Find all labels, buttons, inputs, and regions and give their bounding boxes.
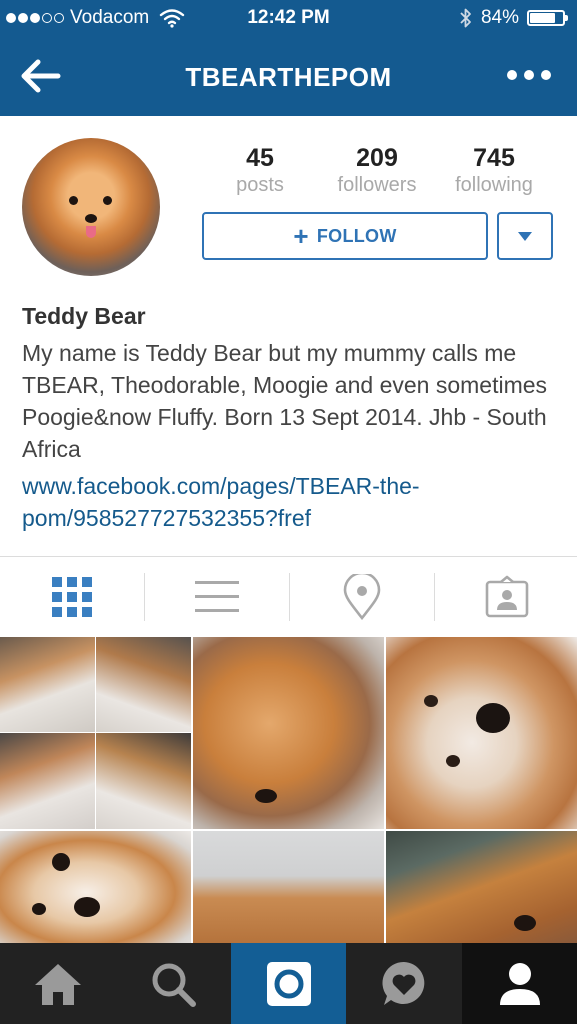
- photo-thumbnail[interactable]: [386, 831, 577, 943]
- followers-label: followers: [337, 174, 417, 196]
- location-pin-icon: [343, 574, 381, 620]
- follow-button[interactable]: + FOLLOW: [202, 212, 488, 260]
- tab-grid-view[interactable]: [0, 557, 144, 637]
- tab-activity[interactable]: [346, 943, 461, 1024]
- tab-tagged-view[interactable]: [435, 557, 577, 637]
- tab-places-view[interactable]: [290, 557, 434, 637]
- tab-list-view[interactable]: [145, 557, 289, 637]
- follow-label: FOLLOW: [316, 225, 397, 246]
- chevron-down-icon: [518, 231, 532, 241]
- profile-website-link[interactable]: www.facebook.com/pages/TBEAR-the-pom/958…: [22, 470, 567, 534]
- page-title: TBEARTHEPOM: [185, 62, 392, 92]
- grid-icon: [52, 577, 92, 617]
- followers-count: 209: [356, 144, 398, 172]
- status-bar: Vodacom 12:42 PM 84%: [0, 0, 577, 36]
- posts-stat[interactable]: 45 posts: [205, 144, 315, 197]
- suggestions-dropdown-button[interactable]: [497, 212, 553, 260]
- camera-icon: [266, 961, 311, 1006]
- list-icon: [195, 581, 239, 612]
- following-label: following: [455, 174, 533, 196]
- person-icon: [499, 962, 540, 1005]
- posts-count: 45: [246, 144, 274, 172]
- profile-full-name: Teddy Bear: [22, 303, 146, 329]
- plus-icon: +: [293, 221, 309, 251]
- profile-bio: My name is Teddy Bear but my mummy calls…: [22, 340, 548, 462]
- photo-thumbnail[interactable]: [386, 637, 577, 829]
- home-icon: [34, 963, 81, 1005]
- heart-bubble-icon: [381, 961, 424, 1005]
- battery-percent: 84%: [480, 7, 519, 28]
- bluetooth-icon: [460, 8, 471, 28]
- search-icon: [152, 963, 196, 1007]
- photo-thumbnail[interactable]: [193, 831, 384, 943]
- tab-camera[interactable]: [231, 943, 346, 1024]
- photo-grid: [0, 637, 577, 943]
- view-tabs: [0, 557, 577, 637]
- photo-thumbnail[interactable]: [0, 831, 191, 943]
- bottom-tab-bar: [0, 943, 577, 1024]
- tab-explore[interactable]: [115, 943, 230, 1024]
- posts-label: posts: [236, 174, 284, 196]
- profile-avatar[interactable]: [22, 138, 160, 276]
- following-stat[interactable]: 745 following: [439, 144, 549, 197]
- more-options-icon[interactable]: [503, 58, 555, 92]
- battery-icon: [527, 10, 568, 26]
- tab-profile[interactable]: [462, 943, 577, 1024]
- tab-home[interactable]: [0, 943, 115, 1024]
- followers-stat[interactable]: 209 followers: [322, 144, 432, 197]
- photo-thumbnail[interactable]: [193, 637, 384, 829]
- status-right: 84%: [459, 7, 568, 29]
- nav-bar: TBEARTHEPOM: [0, 36, 577, 116]
- photo-thumbnail[interactable]: [0, 637, 191, 829]
- following-count: 745: [473, 144, 515, 172]
- tagged-person-icon: [485, 575, 529, 618]
